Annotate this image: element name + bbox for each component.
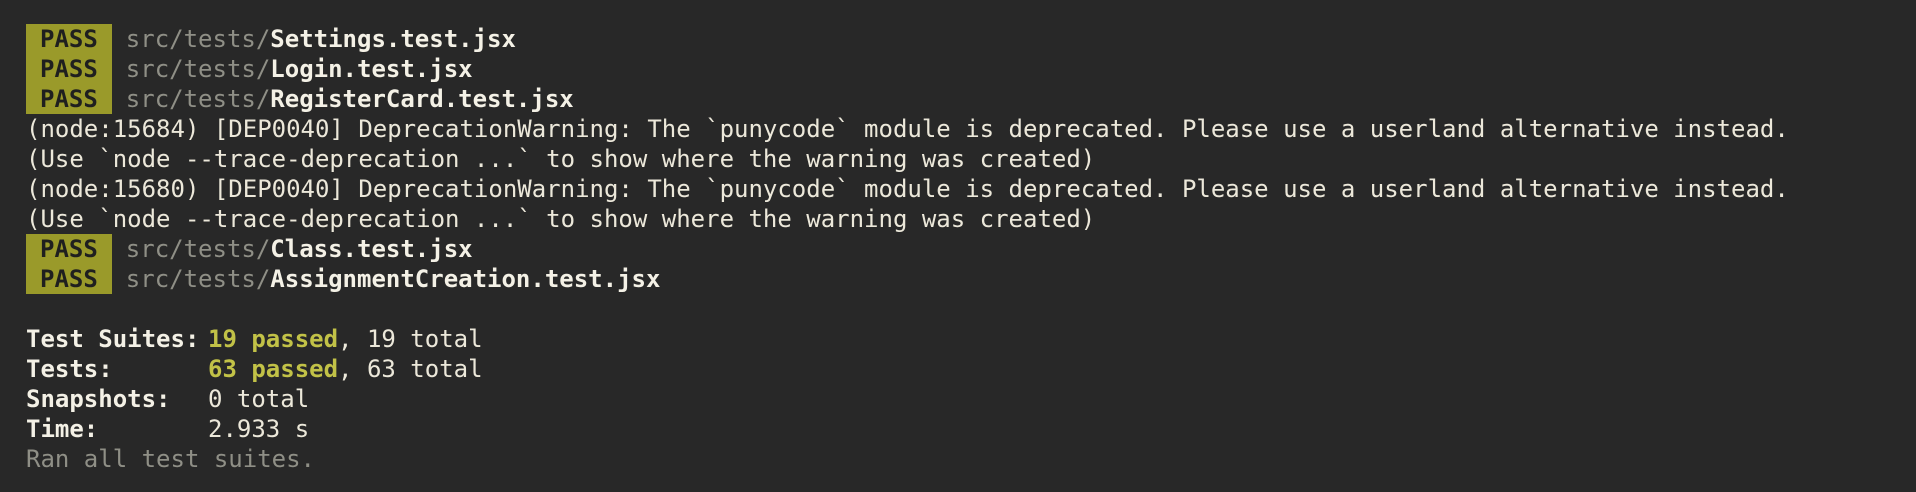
test-result-line: PASS src/tests/AssignmentCreation.test.js…	[26, 264, 1916, 294]
summary-test-suites: Test Suites: 19 passed, 19 total	[26, 324, 1916, 354]
test-file-dir: src/tests/	[125, 55, 271, 83]
pass-badge: PASS	[26, 24, 112, 54]
snapshots-value: 0 total	[208, 385, 310, 413]
pass-badge: PASS	[26, 264, 112, 294]
test-file-dir: src/tests/	[125, 265, 271, 293]
test-file-name: RegisterCard.test.jsx	[270, 85, 574, 113]
test-file-name: Class.test.jsx	[270, 235, 473, 263]
time-value: 2.933 s	[208, 415, 310, 443]
test-result-line: PASS src/tests/RegisterCard.test.jsx	[26, 84, 1916, 114]
summary-label: Test Suites:	[26, 325, 200, 353]
total-count: , 19 total	[338, 325, 483, 353]
test-result-line: PASS src/tests/Login.test.jsx	[26, 54, 1916, 84]
test-file-name: Settings.test.jsx	[270, 25, 516, 53]
deprecation-warning-line: (node:15684) [DEP0040] DeprecationWarnin…	[26, 115, 1789, 143]
test-file-name: AssignmentCreation.test.jsx	[270, 265, 661, 293]
passed-count: 63 passed	[208, 355, 339, 383]
test-file-dir: src/tests/	[125, 25, 271, 53]
total-count: , 63 total	[338, 355, 483, 383]
summary-label: Time:	[26, 415, 99, 443]
summary-label: Snapshots:	[26, 385, 171, 413]
pass-badge: PASS	[26, 54, 112, 84]
summary-snapshots: Snapshots: 0 total	[26, 384, 1916, 414]
summary-time: Time: 2.933 s	[26, 414, 1916, 444]
summary-label: Tests:	[26, 355, 113, 383]
pass-badge: PASS	[26, 84, 112, 114]
test-file-name: Login.test.jsx	[270, 55, 473, 83]
summary-footer: Ran all test suites.	[26, 445, 315, 473]
terminal-output: PASS src/tests/Settings.test.jsx PASS src/…	[0, 0, 1916, 492]
test-file-dir: src/tests/	[125, 85, 271, 113]
trace-hint-line: (Use `node --trace-deprecation ...` to s…	[26, 145, 1096, 173]
passed-count: 19 passed	[208, 325, 339, 353]
pass-badge: PASS	[26, 234, 112, 264]
trace-hint-line: (Use `node --trace-deprecation ...` to s…	[26, 205, 1096, 233]
deprecation-warning-line: (node:15680) [DEP0040] DeprecationWarnin…	[26, 175, 1789, 203]
test-result-line: PASS src/tests/Settings.test.jsx	[26, 24, 1916, 54]
summary-tests: Tests: 63 passed, 63 total	[26, 354, 1916, 384]
test-result-line: PASS src/tests/Class.test.jsx	[26, 234, 1916, 264]
test-file-dir: src/tests/	[125, 235, 271, 263]
